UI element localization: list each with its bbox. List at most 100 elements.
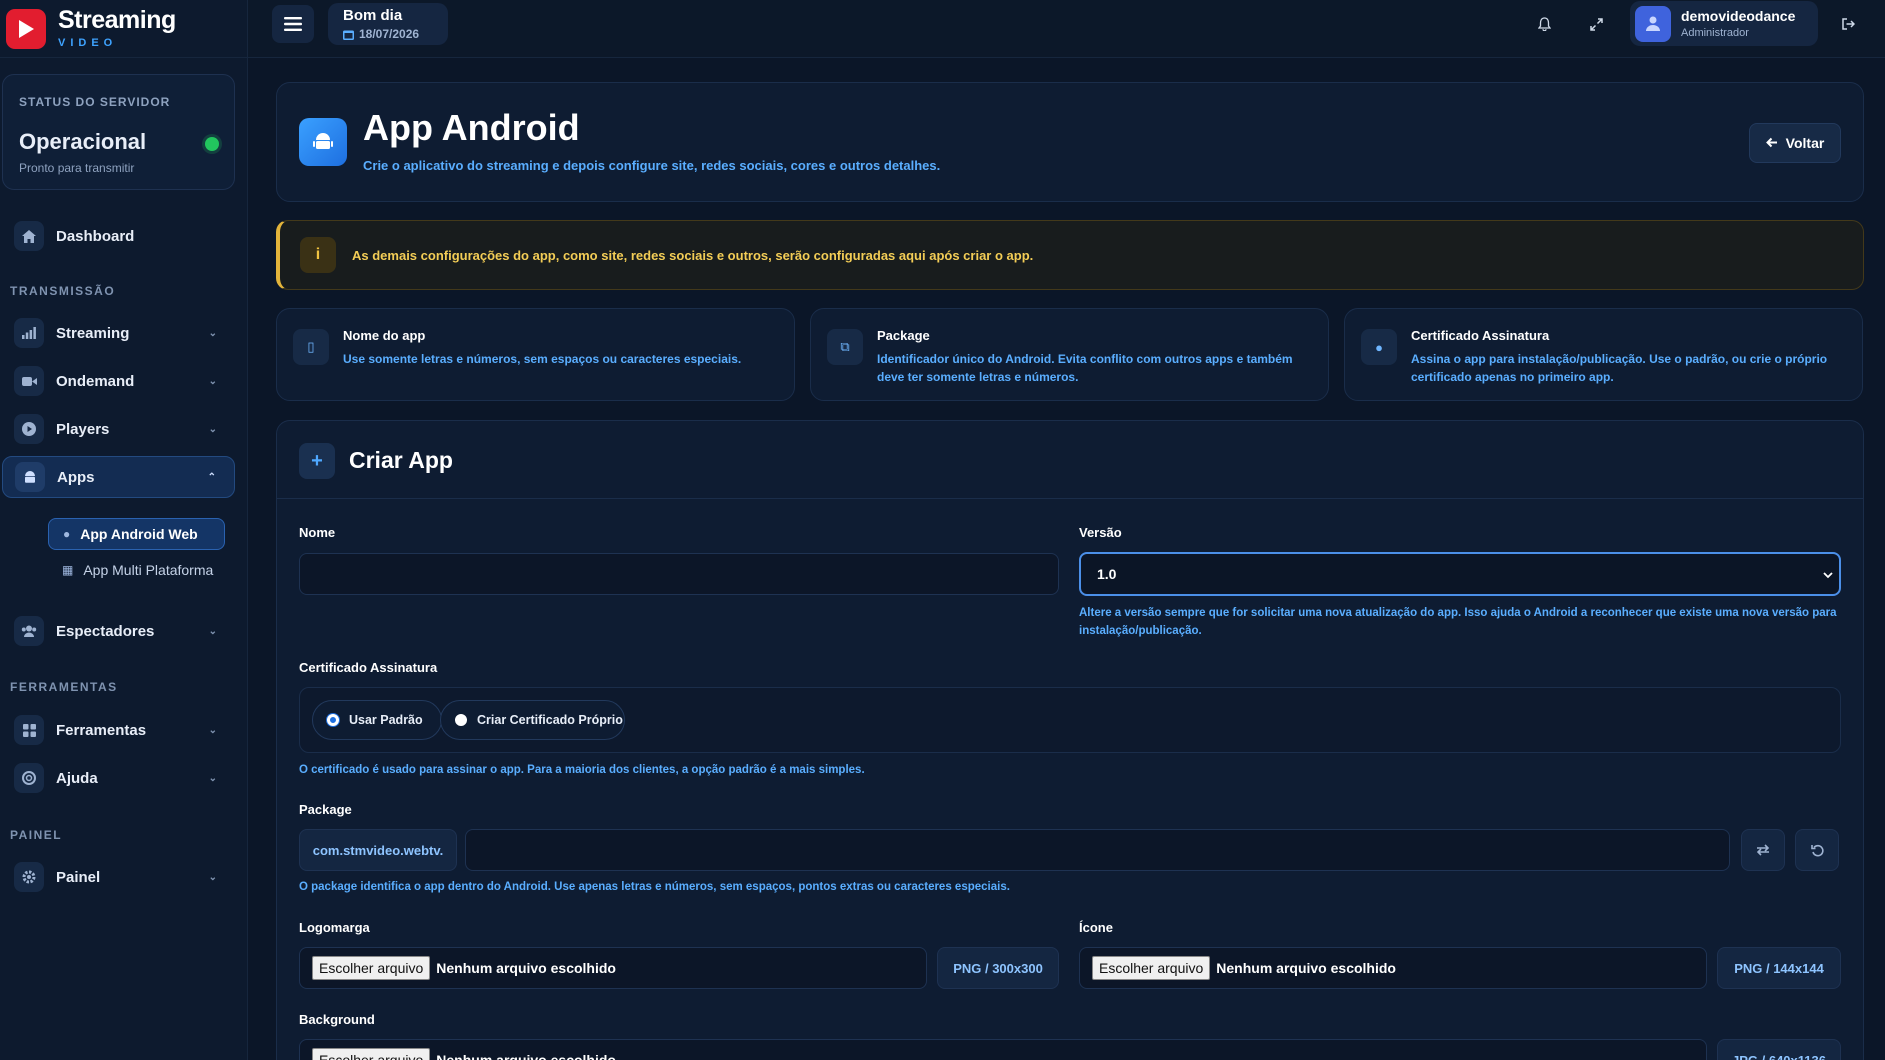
logomarga-file-input[interactable]: Escolher arquivo Nenhum arquivo escolhid… bbox=[299, 947, 927, 989]
logout-button[interactable] bbox=[1836, 12, 1860, 36]
sidebar-item-label: Ajuda bbox=[56, 769, 98, 787]
radio-label: Usar Padrão bbox=[349, 713, 423, 727]
nome-label: Nome bbox=[299, 525, 336, 540]
info-card-title: Nome do app bbox=[343, 328, 426, 343]
arrow-left-icon bbox=[1765, 135, 1778, 151]
sidebar-item-streaming[interactable]: Streaming ⌄ bbox=[2, 312, 235, 354]
create-app-form: + Criar App Nome Versão 1.0 Altere a ver… bbox=[276, 420, 1864, 1060]
signal-bars-icon bbox=[14, 318, 44, 348]
chevron-down-icon: ⌄ bbox=[208, 871, 217, 883]
no-file-text: Nenhum arquivo escolhido bbox=[1216, 960, 1396, 976]
page-header: App Android Crie o aplicativo do streami… bbox=[276, 82, 1864, 202]
radio-usar-padrao[interactable]: Usar Padrão bbox=[312, 700, 442, 740]
info-card-package: ⧉ Package Identificador único do Android… bbox=[810, 308, 1329, 401]
play-logo-icon bbox=[6, 8, 46, 49]
mobile-icon: ▯ bbox=[293, 329, 329, 365]
section-label-painel: PAINEL bbox=[10, 828, 63, 842]
sidebar-item-ferramentas[interactable]: Ferramentas ⌄ bbox=[2, 709, 235, 751]
chevron-down-icon bbox=[1823, 566, 1833, 582]
menu-toggle-button[interactable] bbox=[272, 5, 314, 43]
certificado-radio-group: Usar Padrão Criar Certificado Próprio bbox=[299, 687, 1841, 753]
chevron-down-icon: ⌄ bbox=[208, 772, 217, 784]
package-help: O package identifica o app dentro do And… bbox=[299, 881, 1010, 893]
greeting-box: Bom dia 18/07/2026 bbox=[328, 3, 448, 45]
android-icon bbox=[15, 462, 45, 492]
avatar bbox=[1635, 5, 1671, 42]
gear-icon bbox=[14, 862, 44, 892]
info-card-desc: Use somente letras e números, sem espaço… bbox=[343, 352, 742, 366]
certificado-help: O certificado é usado para assinar o app… bbox=[299, 764, 865, 776]
choose-file-button[interactable]: Escolher arquivo bbox=[1092, 956, 1211, 980]
sidebar-item-ondemand[interactable]: Ondemand ⌄ bbox=[2, 360, 235, 402]
sidebar-item-label: Ondemand bbox=[56, 372, 135, 390]
undo-icon bbox=[1810, 844, 1824, 856]
versao-select[interactable]: 1.0 bbox=[1079, 552, 1841, 596]
alert-text: As demais configurações do app, como sit… bbox=[352, 248, 1034, 263]
page-subtitle: Crie o aplicativo do streaming e depois … bbox=[363, 158, 941, 173]
chevron-down-icon: ⌄ bbox=[208, 423, 217, 435]
package-prefix: com.stmvideo.webtv. bbox=[299, 829, 457, 871]
choose-file-button[interactable]: Escolher arquivo bbox=[312, 956, 431, 980]
back-button-label: Voltar bbox=[1785, 135, 1825, 151]
status-online-dot bbox=[205, 137, 219, 151]
android-icon: ● bbox=[63, 527, 71, 541]
certificate-icon: ● bbox=[1361, 329, 1397, 365]
topbar: Bom dia 18/07/2026 demovideodance Admini… bbox=[248, 0, 1885, 58]
sidebar-subitem-app-multi[interactable]: ▦ App Multi Plataforma bbox=[48, 554, 225, 586]
no-file-text: Nenhum arquivo escolhido bbox=[436, 960, 616, 976]
back-button[interactable]: Voltar bbox=[1749, 123, 1841, 163]
expand-icon bbox=[1589, 17, 1603, 31]
logomarga-format-badge: PNG / 300x300 bbox=[937, 947, 1059, 989]
grid-icon bbox=[14, 715, 44, 745]
chevron-up-icon: ⌃ bbox=[207, 471, 216, 483]
sidebar-item-players[interactable]: Players ⌄ bbox=[2, 408, 235, 450]
sidebar-item-label: Dashboard bbox=[56, 227, 135, 245]
package-input[interactable] bbox=[465, 829, 1730, 871]
info-card-app-name: ▯ Nome do app Use somente letras e númer… bbox=[276, 308, 795, 401]
radio-criar-certificado[interactable]: Criar Certificado Próprio bbox=[440, 700, 625, 740]
notifications-button[interactable] bbox=[1532, 12, 1556, 36]
sidebar: Streaming VIDEO STATUS DO SERVIDOR Opera… bbox=[0, 0, 248, 1060]
android-icon bbox=[299, 118, 347, 166]
logomarga-label: Logomarga bbox=[299, 920, 370, 935]
plus-icon: + bbox=[299, 443, 335, 479]
cubes-icon: ⧉ bbox=[827, 329, 863, 365]
info-card-certificate: ● Certificado Assinatura Assina o app pa… bbox=[1344, 308, 1863, 401]
brand[interactable]: Streaming VIDEO bbox=[0, 0, 247, 58]
play-circle-icon bbox=[14, 414, 44, 444]
swap-icon bbox=[1756, 844, 1770, 856]
sidebar-subitem-label: App Android Web bbox=[80, 526, 198, 542]
reset-package-button[interactable] bbox=[1795, 829, 1839, 871]
background-file-input[interactable]: Escolher arquivo Nenhum arquivo escolhid… bbox=[299, 1039, 1707, 1060]
certificado-label: Certificado Assinatura bbox=[299, 660, 438, 675]
chevron-down-icon: ⌄ bbox=[208, 724, 217, 736]
section-label-transmissao: TRANSMISSÃO bbox=[10, 284, 116, 298]
video-camera-icon bbox=[14, 366, 44, 396]
nome-input[interactable] bbox=[299, 553, 1059, 595]
versao-label: Versão bbox=[1079, 525, 1122, 540]
user-role: Administrador bbox=[1681, 27, 1749, 39]
sidebar-item-ajuda[interactable]: Ajuda ⌄ bbox=[2, 757, 235, 799]
generate-package-button[interactable] bbox=[1741, 829, 1785, 871]
users-icon bbox=[14, 616, 44, 646]
radio-checked-indicator bbox=[327, 714, 339, 726]
chevron-down-icon: ⌄ bbox=[208, 625, 217, 637]
grid-icon: ▦ bbox=[62, 563, 74, 577]
sidebar-item-apps[interactable]: Apps ⌃ bbox=[2, 456, 235, 498]
choose-file-button[interactable]: Escolher arquivo bbox=[312, 1048, 431, 1060]
versao-help: Altere a versão sempre que for solicitar… bbox=[1079, 607, 1837, 637]
background-format-badge: JPG / 640x1136 bbox=[1717, 1039, 1841, 1060]
sidebar-item-painel[interactable]: Painel ⌄ bbox=[2, 856, 235, 898]
icone-label: Ícone bbox=[1079, 920, 1113, 935]
calendar-icon bbox=[343, 30, 354, 40]
bell-icon bbox=[1537, 17, 1551, 31]
sidebar-item-espectadores[interactable]: Espectadores ⌄ bbox=[2, 610, 235, 652]
no-file-text: Nenhum arquivo escolhido bbox=[436, 1052, 616, 1060]
fullscreen-button[interactable] bbox=[1584, 12, 1608, 36]
sidebar-item-label: Painel bbox=[56, 868, 101, 886]
sidebar-subitem-app-android-web[interactable]: ● App Android Web bbox=[48, 518, 225, 550]
user-menu[interactable]: demovideodance Administrador bbox=[1630, 1, 1818, 46]
sidebar-item-label: Ferramentas bbox=[56, 721, 147, 739]
sidebar-item-dashboard[interactable]: Dashboard bbox=[2, 215, 235, 257]
icone-file-input[interactable]: Escolher arquivo Nenhum arquivo escolhid… bbox=[1079, 947, 1707, 989]
